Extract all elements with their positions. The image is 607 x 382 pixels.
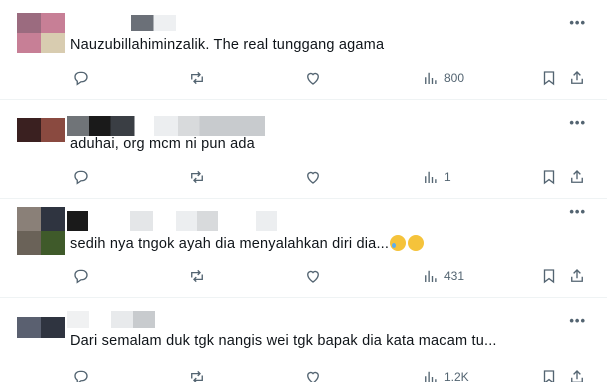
more-horizontal-icon: •••	[569, 204, 586, 219]
share-icon	[568, 69, 586, 87]
avatar-pixel	[17, 118, 41, 142]
heart-icon	[304, 368, 322, 382]
disappointed-face-icon	[408, 235, 425, 251]
retweet-icon	[188, 69, 206, 87]
avatar-pixel	[41, 118, 65, 142]
avatar-pixel	[41, 13, 65, 33]
reply-feed: ••• Nauzubillahiminzalik. The real tungg…	[0, 0, 607, 382]
avatar[interactable]	[17, 207, 65, 255]
tweet-actions: 1	[70, 167, 590, 187]
analytics-icon	[422, 69, 440, 87]
analytics-icon	[422, 168, 440, 186]
more-options-button[interactable]: •••	[569, 313, 586, 328]
tweet-actions: 431	[70, 266, 590, 286]
reply-button[interactable]	[72, 367, 90, 382]
bookmark-icon	[540, 267, 558, 285]
analytics-icon	[422, 368, 440, 382]
tweet-2[interactable]: ••• aduhai, org mcm ni pun ada 1	[0, 100, 607, 199]
more-options-button[interactable]: •••	[569, 115, 586, 130]
more-horizontal-icon: •••	[569, 313, 586, 328]
avatar-pixel	[17, 13, 41, 33]
bookmark-button[interactable]	[540, 167, 558, 187]
heart-icon	[304, 69, 322, 87]
like-button[interactable]	[304, 367, 322, 382]
avatar-pixel	[41, 317, 65, 338]
more-options-button[interactable]: •••	[569, 15, 586, 30]
more-options-button[interactable]: •••	[569, 204, 586, 219]
username-redacted[interactable]	[67, 116, 265, 136]
avatar-pixel	[41, 207, 65, 231]
bookmark-icon	[540, 168, 558, 186]
username-redacted[interactable]	[67, 311, 155, 328]
bookmark-icon	[540, 368, 558, 382]
share-icon	[568, 168, 586, 186]
reply-icon	[72, 368, 90, 382]
avatar[interactable]	[17, 13, 65, 53]
username-redacted[interactable]	[131, 15, 176, 31]
heart-icon	[304, 267, 322, 285]
crying-face-icon	[390, 235, 407, 251]
reply-icon	[72, 69, 90, 87]
reply-button[interactable]	[72, 167, 90, 187]
bookmark-button[interactable]	[540, 266, 558, 286]
share-button[interactable]	[568, 367, 586, 382]
more-horizontal-icon: •••	[569, 115, 586, 130]
reply-button[interactable]	[72, 266, 90, 286]
view-count: 1.2K	[444, 370, 469, 382]
avatar-pixel	[41, 231, 65, 255]
username-redacted[interactable]	[67, 211, 277, 231]
tweet-1[interactable]: ••• Nauzubillahiminzalik. The real tungg…	[0, 0, 607, 100]
share-icon	[568, 267, 586, 285]
retweet-button[interactable]	[188, 68, 206, 88]
views-button[interactable]: 1	[422, 167, 451, 187]
avatar-pixel	[17, 317, 41, 338]
views-button[interactable]: 431	[422, 266, 464, 286]
tweet-3[interactable]: ••• sedih nya tngok ayah dia menyalahkan…	[0, 199, 607, 298]
share-button[interactable]	[568, 266, 586, 286]
retweet-button[interactable]	[188, 367, 206, 382]
like-button[interactable]	[304, 266, 322, 286]
tweet-text: sedih nya tngok ayah dia menyalahkan dir…	[70, 235, 425, 252]
views-button[interactable]: 800	[422, 68, 464, 88]
view-count: 431	[444, 269, 465, 283]
tweet-text: Dari semalam duk tgk nangis wei tgk bapa…	[70, 333, 497, 349]
retweet-icon	[188, 168, 206, 186]
tweet-4[interactable]: ••• Dari semalam duk tgk nangis wei tgk …	[0, 298, 607, 382]
retweet-icon	[188, 368, 206, 382]
tweet-actions: 1.2K	[70, 367, 590, 382]
avatar-pixel	[17, 207, 41, 231]
avatar[interactable]	[17, 317, 65, 338]
share-button[interactable]	[568, 167, 586, 187]
tweet-text-body: sedih nya tngok ayah dia menyalahkan dir…	[70, 236, 390, 252]
reply-icon	[72, 168, 90, 186]
like-button[interactable]	[304, 167, 322, 187]
views-button[interactable]: 1.2K	[422, 367, 469, 382]
retweet-button[interactable]	[188, 266, 206, 286]
tweet-text: aduhai, org mcm ni pun ada	[70, 136, 255, 152]
tweet-text: Nauzubillahiminzalik. The real tunggang …	[70, 37, 385, 53]
reply-button[interactable]	[72, 68, 90, 88]
analytics-icon	[422, 267, 440, 285]
bookmark-button[interactable]	[540, 367, 558, 382]
view-count: 800	[444, 71, 465, 85]
tear-drop	[392, 243, 397, 248]
bookmark-button[interactable]	[540, 68, 558, 88]
like-button[interactable]	[304, 68, 322, 88]
view-count: 1	[444, 170, 451, 184]
heart-icon	[304, 168, 322, 186]
avatar-pixel	[17, 231, 41, 255]
retweet-icon	[188, 267, 206, 285]
tweet-actions: 800	[70, 68, 590, 88]
share-icon	[568, 368, 586, 382]
share-button[interactable]	[568, 68, 586, 88]
bookmark-icon	[540, 69, 558, 87]
more-horizontal-icon: •••	[569, 15, 586, 30]
retweet-button[interactable]	[188, 167, 206, 187]
avatar-pixel	[41, 33, 65, 53]
avatar-pixel	[17, 33, 41, 53]
reply-icon	[72, 267, 90, 285]
avatar[interactable]	[17, 118, 65, 142]
